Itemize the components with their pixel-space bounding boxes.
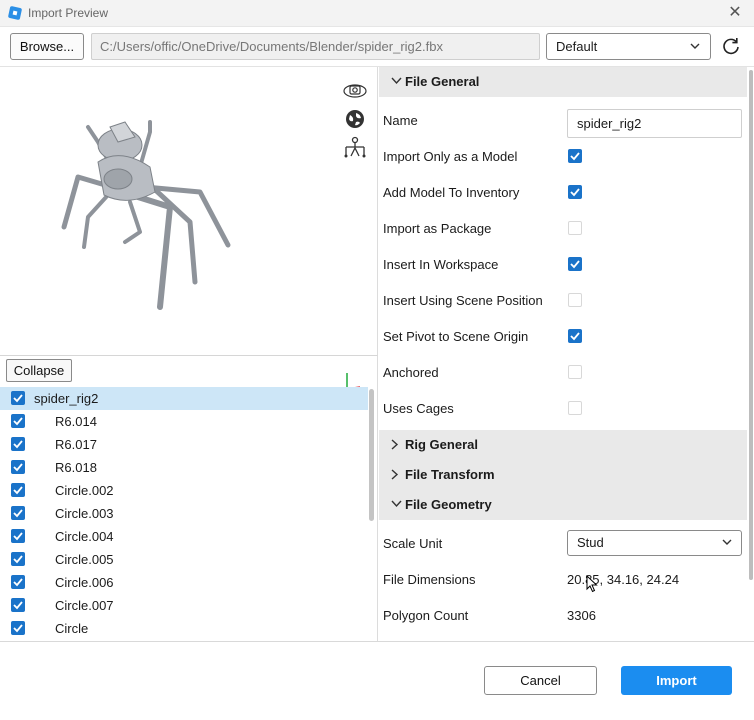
scale-unit-label: Scale Unit [383, 536, 443, 551]
browse-button[interactable]: Browse... [10, 33, 84, 60]
import-button[interactable]: Import [621, 666, 732, 695]
rig-skeleton-icon[interactable] [342, 135, 368, 159]
name-input[interactable]: spider_rig2 [567, 109, 742, 138]
checkbox-checked[interactable] [11, 437, 25, 451]
mouse-cursor-icon [586, 575, 598, 593]
studio-app-icon [8, 6, 22, 20]
tree-item-label: Circle.007 [55, 598, 114, 613]
option-label: Insert In Workspace [383, 257, 499, 272]
tree-item-label: spider_rig2 [34, 391, 99, 406]
file-dimensions-value: 20.85, 34.16, 24.24 [567, 572, 680, 587]
section-file-general[interactable]: File General [379, 67, 747, 97]
close-icon[interactable]: ✕ [726, 4, 744, 22]
option-label: Import as Package [383, 221, 492, 236]
tree-row[interactable]: Circle.007 [0, 594, 368, 617]
tree-row[interactable]: Circle.005 [0, 548, 368, 571]
section-title: File Transform [405, 467, 495, 482]
chevron-down-icon [722, 539, 732, 545]
checkbox-checked[interactable] [11, 598, 25, 612]
spider-model-preview [61, 120, 231, 310]
scale-unit-dropdown[interactable]: Stud [567, 530, 742, 556]
anchored-checkbox[interactable] [568, 365, 582, 379]
file-path-field: C:/Users/offic/OneDrive/Documents/Blende… [91, 33, 540, 60]
polygon-count-label: Polygon Count [383, 608, 469, 623]
tree-item-label: Circle.003 [55, 506, 114, 521]
option-label: Import Only as a Model [383, 149, 518, 164]
preset-value: Default [556, 39, 598, 54]
tree-row[interactable]: Circle.003 [0, 502, 368, 525]
tree-item-label: Circle.006 [55, 575, 114, 590]
checkbox-checked[interactable] [11, 414, 25, 428]
model-viewport[interactable] [0, 67, 378, 395]
insert-in-workspace-checkbox[interactable] [568, 257, 582, 271]
title-bar: Import Preview ✕ [0, 0, 754, 27]
checkbox-checked[interactable] [11, 552, 25, 566]
option-label: Insert Using Scene Position [383, 293, 543, 308]
set-pivot-checkbox[interactable] [568, 329, 582, 343]
section-rig-general[interactable]: Rig General [379, 430, 747, 460]
collapse-button[interactable]: Collapse [6, 359, 72, 382]
properties-scrollbar[interactable] [749, 70, 753, 580]
globe-icon[interactable] [342, 107, 368, 131]
polygon-count-value: 3306 [567, 608, 596, 623]
tree-scrollbar[interactable] [369, 389, 374, 521]
scale-unit-value: Stud [577, 535, 604, 550]
chevron-right-icon [391, 469, 399, 480]
checkbox-checked[interactable] [11, 529, 25, 543]
insert-scene-position-checkbox[interactable] [568, 293, 582, 307]
section-title: File General [405, 74, 480, 89]
option-label: Uses Cages [383, 401, 454, 416]
file-dimensions-label: File Dimensions [383, 572, 476, 587]
add-to-inventory-checkbox[interactable] [568, 185, 582, 199]
tree-row[interactable]: R6.017 [0, 433, 368, 456]
chevron-down-icon [690, 43, 700, 49]
section-title: File Geometry [405, 497, 492, 512]
option-label: Anchored [383, 365, 439, 380]
checkbox-checked[interactable] [11, 575, 25, 589]
checkbox-checked[interactable] [11, 391, 25, 405]
tree-row[interactable]: R6.014 [0, 410, 368, 433]
chevron-down-icon [391, 500, 402, 508]
option-label: Set Pivot to Scene Origin [383, 329, 529, 344]
tree-row[interactable]: Circle.006 [0, 571, 368, 594]
hierarchy-tree: spider_rig2 R6.014 R6.017 R6.018 Circle.… [0, 385, 378, 641]
tree-item-label: R6.014 [55, 414, 97, 429]
window-title: Import Preview [28, 6, 109, 20]
tree-item-label: Circle.002 [55, 483, 114, 498]
cancel-button[interactable]: Cancel [484, 666, 597, 695]
import-as-package-checkbox[interactable] [568, 221, 582, 235]
tree-row[interactable]: R6.018 [0, 456, 368, 479]
properties-panel: File General Name spider_rig2 Import Onl… [379, 67, 754, 641]
tree-item-label: R6.018 [55, 460, 97, 475]
section-file-geometry[interactable]: File Geometry [379, 490, 747, 520]
tree-item-label: Circle.005 [55, 552, 114, 567]
section-title: Rig General [405, 437, 478, 452]
checkbox-checked[interactable] [11, 621, 25, 635]
name-label: Name [383, 113, 418, 128]
dialog-footer: Cancel Import [0, 641, 754, 720]
import-only-model-checkbox[interactable] [568, 149, 582, 163]
chevron-right-icon [391, 439, 399, 450]
tree-row[interactable]: Circle [0, 617, 368, 640]
tree-toolbar: Collapse [0, 355, 378, 385]
camera-orbit-icon[interactable] [342, 79, 368, 103]
tree-row[interactable]: Circle.002 [0, 479, 368, 502]
toolbar: Browse... C:/Users/offic/OneDrive/Docume… [0, 27, 754, 67]
refresh-icon[interactable] [721, 36, 741, 56]
tree-row[interactable]: Circle.004 [0, 525, 368, 548]
uses-cages-checkbox[interactable] [568, 401, 582, 415]
tree-item-label: Circle.004 [55, 529, 114, 544]
option-label: Add Model To Inventory [383, 185, 520, 200]
checkbox-checked[interactable] [11, 506, 25, 520]
section-file-transform[interactable]: File Transform [379, 460, 747, 490]
tree-row-root[interactable]: spider_rig2 [0, 387, 368, 410]
checkbox-checked[interactable] [11, 460, 25, 474]
tree-item-label: R6.017 [55, 437, 97, 452]
tree-item-label: Circle [55, 621, 89, 636]
checkbox-checked[interactable] [11, 483, 25, 497]
preset-dropdown[interactable]: Default [546, 33, 711, 60]
chevron-down-icon [391, 77, 402, 85]
